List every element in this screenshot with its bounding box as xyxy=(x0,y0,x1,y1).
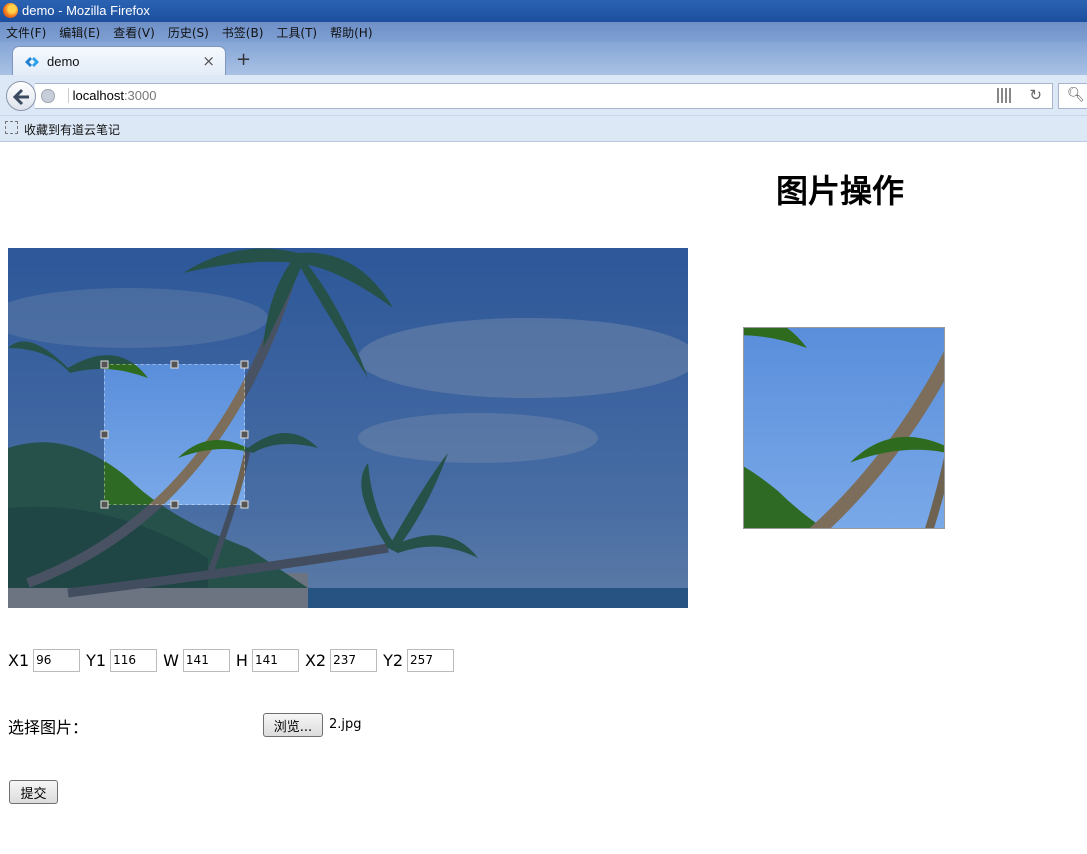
navigation-bar: localhost:3000 ↻ 🔍︎ xyxy=(0,75,1087,116)
selected-file-name: 2.jpg xyxy=(329,717,362,732)
crop-handle-n xyxy=(170,360,179,369)
search-box[interactable]: 🔍︎ xyxy=(1058,83,1087,109)
crop-handle-ne xyxy=(240,360,249,369)
menu-file[interactable]: 文件(F) xyxy=(6,24,46,41)
crop-preview-image xyxy=(744,328,945,529)
tab-strip: demo × + xyxy=(0,42,1087,76)
x1-input[interactable] xyxy=(33,648,81,672)
y2-input[interactable] xyxy=(407,648,455,672)
h-label: H xyxy=(235,650,248,670)
crop-handle-se xyxy=(240,500,249,509)
tab-label: demo xyxy=(47,54,80,69)
coordinate-fields: X1 Y1 W H X2 Y2 xyxy=(8,648,460,672)
submit-button[interactable]: 提交 xyxy=(9,780,58,804)
page-title: 图片操作 xyxy=(775,172,904,210)
bookmark-youdao-note[interactable]: 收藏到有道云笔记 xyxy=(24,121,120,138)
window-titlebar: demo - Mozilla Firefox xyxy=(0,0,1087,22)
crop-handle-sw xyxy=(100,500,109,509)
x1-label: X1 xyxy=(8,650,30,670)
qr-code-icon[interactable] xyxy=(997,88,1012,103)
browse-button[interactable]: 浏览... xyxy=(263,713,323,737)
menu-edit[interactable]: 编辑(E) xyxy=(59,24,100,41)
x2-input[interactable] xyxy=(330,648,378,672)
url-host: localhost xyxy=(72,88,124,103)
back-button[interactable] xyxy=(6,81,36,111)
crop-handle-w xyxy=(100,430,109,439)
url-port: :3000 xyxy=(123,88,157,103)
url-bar[interactable]: localhost:3000 ↻ xyxy=(35,83,1053,109)
menu-view[interactable]: 查看(V) xyxy=(113,24,155,41)
crop-preview xyxy=(743,327,945,529)
menu-history[interactable]: 历史(S) xyxy=(168,24,209,41)
back-arrow-icon xyxy=(13,88,29,106)
crop-selection[interactable] xyxy=(8,248,688,608)
y2-label: Y2 xyxy=(383,650,404,670)
search-icon: 🔍︎ xyxy=(1067,87,1085,103)
globe-icon xyxy=(41,89,55,103)
crop-handle-s xyxy=(170,500,179,509)
menu-help[interactable]: 帮助(H) xyxy=(330,24,372,41)
y1-input[interactable] xyxy=(110,648,158,672)
window-title: demo - Mozilla Firefox xyxy=(22,3,150,18)
w-label: W xyxy=(163,650,179,670)
firefox-logo-icon xyxy=(3,3,18,18)
crop-image-area[interactable] xyxy=(8,248,688,608)
site-favicon-icon xyxy=(25,57,39,67)
menu-bar: 文件(F) 编辑(E) 查看(V) 历史(S) 书签(B) 工具(T) 帮助(H… xyxy=(0,22,1087,42)
crop-handle-e xyxy=(240,430,249,439)
h-input[interactable] xyxy=(251,648,299,672)
new-tab-icon[interactable]: + xyxy=(236,49,251,70)
menu-bookmarks[interactable]: 书签(B) xyxy=(222,24,264,41)
file-select-label: 选择图片： xyxy=(8,718,89,737)
close-tab-icon[interactable]: × xyxy=(202,52,215,70)
bookmarks-bar: 收藏到有道云笔记 xyxy=(0,116,1087,142)
y1-label: Y1 xyxy=(86,650,107,670)
url-text: localhost:3000 xyxy=(68,88,156,103)
bookmark-page-icon xyxy=(5,121,18,134)
w-input[interactable] xyxy=(182,648,230,672)
reload-icon[interactable]: ↻ xyxy=(1029,86,1042,104)
crop-handle-nw xyxy=(100,360,109,369)
x2-label: X2 xyxy=(304,650,327,670)
menu-tools[interactable]: 工具(T) xyxy=(276,24,317,41)
tab-demo[interactable]: demo × xyxy=(12,46,226,76)
